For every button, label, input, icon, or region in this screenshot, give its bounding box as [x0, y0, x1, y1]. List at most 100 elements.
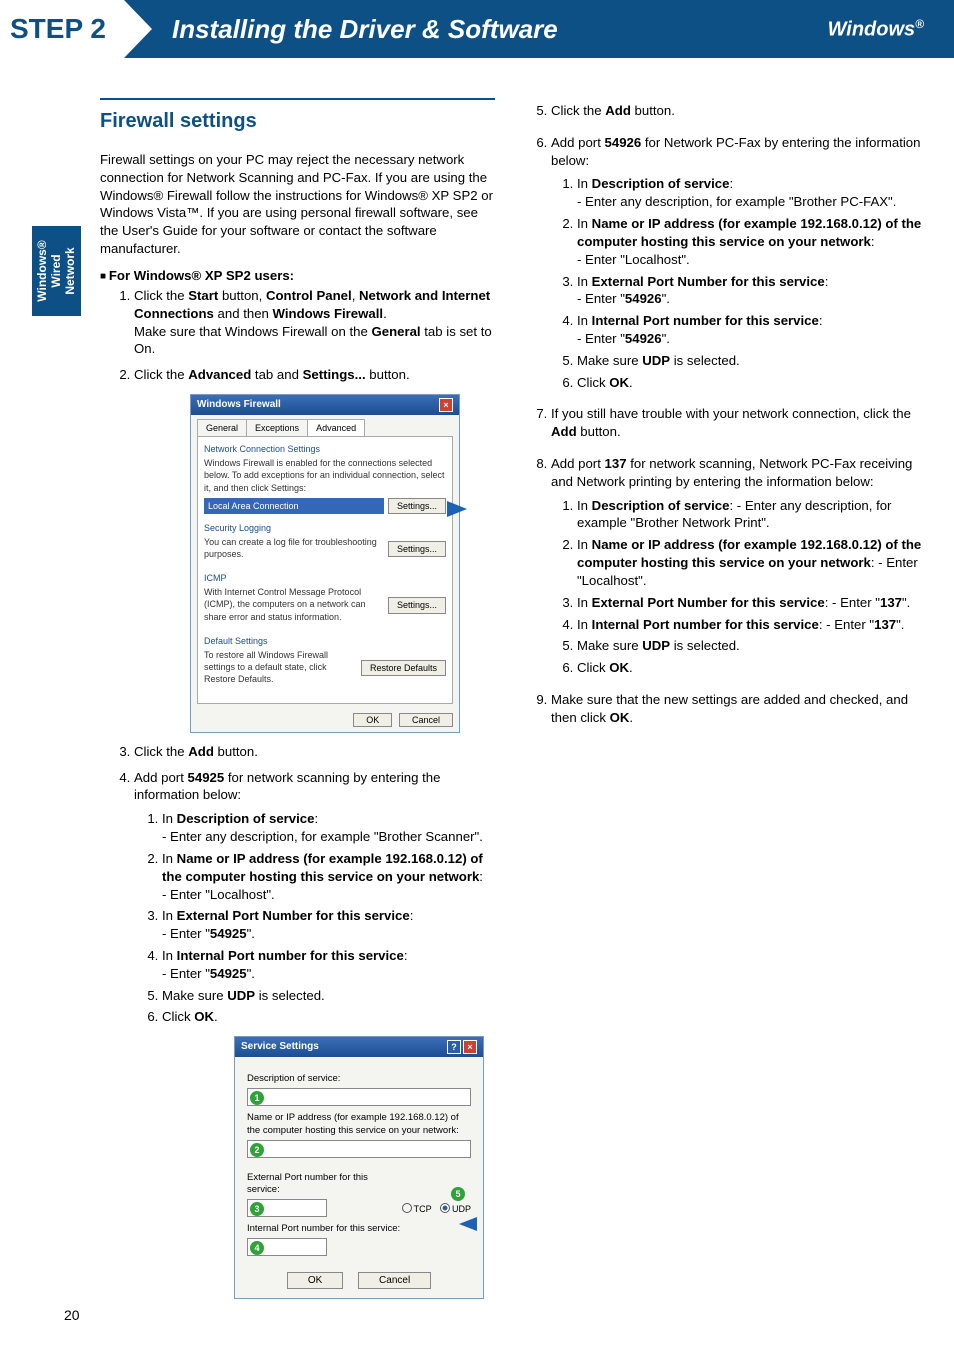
tab-general[interactable]: General — [197, 419, 247, 436]
section-title: Firewall settings — [100, 98, 495, 133]
marker-3-icon: 3 — [250, 1202, 264, 1216]
input-int-port[interactable]: 4 — [247, 1238, 327, 1256]
t: UDP — [227, 988, 255, 1003]
xp-heading: For Windows® XP SP2 users: — [100, 268, 495, 283]
t: Add — [188, 744, 214, 759]
t: tab and — [251, 367, 302, 382]
s6-5: Make sure UDP is selected. — [577, 352, 924, 370]
t: Description of service — [592, 498, 730, 513]
step-6: Add port 54926 for Network PC-Fax by ent… — [551, 134, 924, 392]
ok-button[interactable]: OK — [353, 713, 392, 727]
marker-2-icon: 2 — [250, 1143, 264, 1157]
radio-udp[interactable] — [440, 1203, 450, 1213]
t: Click — [577, 375, 609, 390]
t: UDP — [642, 638, 670, 653]
t: Add port — [551, 135, 605, 150]
t: - Enter any description, for example "Br… — [162, 829, 483, 844]
step-2: Click the Advanced tab and Settings... b… — [134, 366, 495, 733]
s8-2: In Name or IP address (for example 192.1… — [577, 536, 924, 589]
t: Make sure — [577, 638, 642, 653]
t: Make sure that Windows Firewall on the — [134, 324, 371, 339]
t: : - Enter " — [819, 617, 874, 632]
t: is selected. — [255, 988, 325, 1003]
t: 54925 — [188, 770, 225, 785]
s4-1: In Description of service:- Enter any de… — [162, 810, 495, 846]
t: External Port Number for this service — [592, 274, 825, 289]
step-9: Make sure that the new settings are adde… — [551, 691, 924, 727]
t: ". — [902, 595, 910, 610]
t: 137 — [874, 617, 896, 632]
restore-button[interactable]: Restore Defaults — [361, 660, 446, 676]
t: Click — [577, 660, 609, 675]
t: is selected. — [670, 638, 740, 653]
cancel-button[interactable]: Cancel — [399, 713, 453, 727]
ok-button[interactable]: OK — [287, 1272, 343, 1289]
t: - Enter " — [577, 331, 625, 346]
t: ". — [247, 926, 255, 941]
group-text: To restore all Windows Firewall settings… — [204, 649, 357, 685]
t: 54926 — [605, 135, 642, 150]
t: . — [383, 306, 387, 321]
group-defaults: Default Settings To restore all Windows … — [204, 635, 446, 690]
s6-6: Click OK. — [577, 374, 924, 392]
t: In — [577, 595, 592, 610]
service-settings-dialog: Service Settings ?× Description of servi… — [234, 1036, 484, 1298]
settings-button[interactable]: Settings... — [388, 498, 446, 514]
cancel-button[interactable]: Cancel — [358, 1272, 431, 1289]
step-3: Click the Add button. — [134, 743, 495, 761]
close-icon[interactable]: × — [439, 398, 453, 412]
os-text: Windows — [828, 18, 916, 40]
tab-advanced[interactable]: Advanced — [307, 419, 365, 436]
t: In — [577, 313, 592, 328]
t: In — [577, 617, 592, 632]
s8-3: In External Port Number for this service… — [577, 594, 924, 612]
s8-4: In Internal Port number for this service… — [577, 616, 924, 634]
t: : — [404, 948, 408, 963]
t: In — [162, 908, 177, 923]
step-label: STEP 2 — [0, 0, 124, 58]
group-title: Security Logging — [204, 522, 446, 534]
settings-button[interactable]: Settings... — [388, 541, 446, 557]
dialog-title: Service Settings — [241, 1040, 319, 1054]
help-icon[interactable]: ? — [447, 1040, 461, 1054]
t: - Enter "Localhost". — [162, 887, 275, 902]
s6-3: In External Port Number for this service… — [577, 273, 924, 309]
group-title: Default Settings — [204, 635, 446, 647]
s8-6: Click OK. — [577, 659, 924, 677]
reg-mark: ® — [915, 17, 924, 31]
s4-3: In External Port Number for this service… — [162, 907, 495, 943]
radio-tcp[interactable] — [402, 1203, 412, 1213]
lan-item[interactable]: Local Area Connection — [204, 498, 384, 514]
close-icon[interactable]: × — [463, 1040, 477, 1054]
tab-exceptions[interactable]: Exceptions — [246, 419, 308, 436]
s6-2: In Name or IP address (for example 192.1… — [577, 215, 924, 268]
top-banner: STEP 2 Installing the Driver & Software … — [0, 0, 954, 58]
t: . — [629, 710, 633, 725]
s4-2: In Name or IP address (for example 192.1… — [162, 850, 495, 903]
group-text: You can create a log file for troublesho… — [204, 536, 384, 560]
t: . — [629, 660, 633, 675]
group-icmp: ICMP With Internet Control Message Proto… — [204, 572, 446, 627]
input-desc[interactable]: 1 — [247, 1088, 471, 1106]
side-tab-line2: Wired — [50, 232, 64, 310]
label-int-port: Internal Port number for this service: — [247, 1223, 471, 1236]
t: 54925 — [210, 966, 247, 981]
t: - Enter "Localhost". — [577, 252, 690, 267]
t: - Enter " — [162, 926, 210, 941]
input-host[interactable]: 2 — [247, 1140, 471, 1158]
t: ". — [247, 966, 255, 981]
settings-button[interactable]: Settings... — [388, 597, 446, 613]
t: : — [479, 869, 483, 884]
input-ext-port[interactable]: 3 — [247, 1199, 327, 1217]
intro-para: Firewall settings on your PC may reject … — [100, 151, 495, 258]
dialog-tabs: GeneralExceptionsAdvanced — [191, 415, 459, 436]
t: button. — [366, 367, 410, 382]
t: Make sure — [162, 988, 227, 1003]
t: : — [729, 176, 733, 191]
t: Add — [551, 424, 577, 439]
dialog-footer: OK Cancel — [191, 710, 459, 732]
t: Make sure that the new settings are adde… — [551, 692, 908, 725]
step-7: If you still have trouble with your netw… — [551, 405, 924, 441]
t: 54926 — [625, 331, 662, 346]
t: Name or IP address (for example 192.168.… — [162, 851, 483, 884]
